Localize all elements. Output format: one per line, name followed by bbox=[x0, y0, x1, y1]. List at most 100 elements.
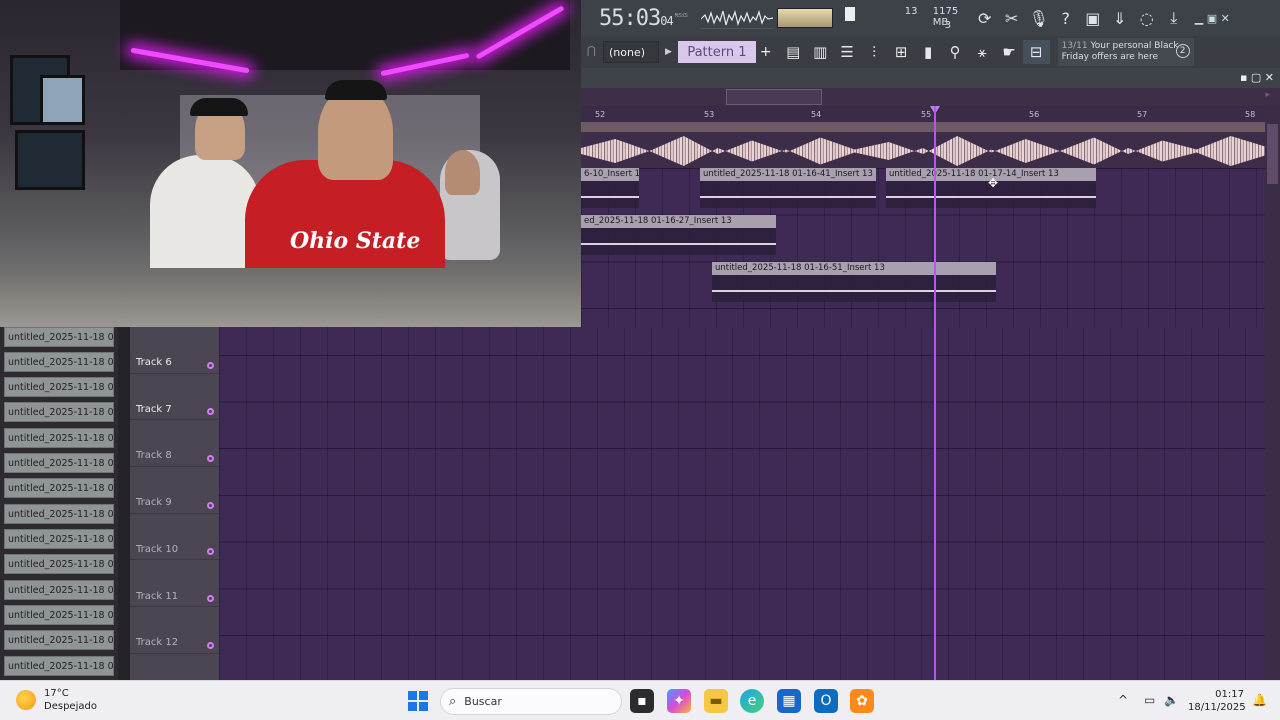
picker-item[interactable]: untitled_2025-11-18 01-... bbox=[4, 504, 114, 524]
outlook-icon[interactable]: O bbox=[814, 689, 838, 713]
edge-icon[interactable]: e bbox=[740, 689, 764, 713]
track-mute-icon[interactable] bbox=[207, 361, 214, 369]
picker-item[interactable]: untitled_2025-11-18 01-... bbox=[4, 352, 114, 372]
download-icon[interactable]: ⤓ bbox=[1161, 5, 1187, 31]
audio-clip[interactable]: untitled_2025-11-18 01-16-51_Insert 13 bbox=[712, 262, 996, 302]
picker-item[interactable]: untitled_2025-11-18 01-... bbox=[4, 327, 114, 347]
news-count: 13/11 bbox=[1061, 41, 1088, 51]
track-header[interactable]: Track 12 bbox=[130, 607, 219, 654]
weather-widget[interactable]: 17°C Despejado bbox=[16, 687, 97, 713]
polyphony: 3 bbox=[944, 20, 952, 31]
play-arrow-icon[interactable]: ▶ bbox=[665, 47, 672, 57]
person-left bbox=[150, 155, 260, 285]
master-track-waveform bbox=[581, 122, 1265, 168]
picker-item[interactable]: untitled_2025-11-18 01-... bbox=[4, 605, 114, 625]
playlist-icon[interactable]: ▤ bbox=[780, 40, 807, 64]
track-mute-icon[interactable] bbox=[207, 595, 214, 603]
news-panel[interactable]: 13/11 Your personal Black Friday offers … bbox=[1057, 38, 1194, 66]
network-icon[interactable]: ▭ bbox=[1144, 693, 1155, 707]
timeline-ruler[interactable]: 52 53 54 55 56 57 58 bbox=[581, 106, 1280, 122]
hand-icon[interactable]: ☛ bbox=[996, 40, 1023, 64]
picker-item[interactable]: untitled_2025-11-18 01-... bbox=[4, 554, 114, 574]
track-header[interactable]: Track 8 bbox=[130, 420, 219, 468]
windows-start-icon[interactable] bbox=[408, 691, 428, 711]
picker-item[interactable]: untitled_2025-11-18 01-... bbox=[4, 402, 114, 422]
track-label: Track 12 bbox=[136, 637, 179, 649]
playlist-overview-scroll[interactable]: ▸ bbox=[581, 88, 1280, 106]
search-icon: ⌕ bbox=[449, 694, 457, 709]
audio-clip[interactable]: untitled_2025-11-18 01-16-41_Insert 13 bbox=[700, 168, 876, 208]
windows-taskbar: 17°C Despejado ⌕ Buscar ▪ ✦ ▬ e ▦ O ✿ ^ ▭ … bbox=[0, 680, 1280, 720]
picker-item[interactable]: untitled_2025-11-18 01-... bbox=[4, 428, 114, 448]
track-headers: Track 6 Track 7 Track 8 Track 9 Track 10… bbox=[130, 327, 219, 680]
fl-studio-icon[interactable]: ✿ bbox=[850, 689, 874, 713]
track-mute-icon[interactable] bbox=[207, 641, 214, 649]
search-box[interactable]: ⌕ Buscar bbox=[440, 688, 622, 715]
tray-chevron-icon[interactable]: ^ bbox=[1118, 693, 1128, 707]
picker-item[interactable]: untitled_2025-11-18 01-... bbox=[4, 656, 114, 676]
window-controls[interactable]: ▁ ▣ ✕ bbox=[1195, 12, 1230, 25]
clip-waveform bbox=[712, 290, 996, 292]
scroll-thumb[interactable] bbox=[1267, 124, 1278, 184]
master-volume-meter[interactable] bbox=[776, 8, 833, 28]
plug-icon[interactable]: ⚲ bbox=[942, 40, 969, 64]
track-header[interactable]: Track 9 bbox=[130, 467, 219, 514]
volume-icon[interactable]: 🔈 bbox=[1164, 693, 1179, 707]
browser-icon[interactable]: ⊞ bbox=[888, 40, 915, 64]
cart-icon[interactable]: ⊟ bbox=[1022, 40, 1050, 64]
add-pattern-icon[interactable]: + bbox=[760, 44, 772, 60]
picker-item[interactable]: untitled_2025-11-18 01-... bbox=[4, 580, 114, 600]
picker-item[interactable]: untitled_2025-11-18 01-... bbox=[4, 478, 114, 498]
picker-item[interactable]: untitled_2025-11-18 01-... bbox=[4, 529, 114, 549]
save-icon[interactable]: ▣ bbox=[1080, 5, 1106, 31]
scroll-thumb[interactable] bbox=[726, 89, 822, 105]
picker-item[interactable]: untitled_2025-11-18 01-... bbox=[4, 453, 114, 473]
plugin-icon[interactable]: ▮ bbox=[915, 40, 942, 64]
song-position[interactable]: 55:0304 M:S:CS bbox=[599, 6, 688, 31]
clip-label: untitled_2025-11-18 01-16-51_Insert 13 bbox=[712, 262, 996, 275]
piano-roll-icon[interactable]: ▥ bbox=[807, 40, 834, 64]
clip-waveform bbox=[581, 196, 639, 198]
playlist-window-controls[interactable]: ▪ ▢ ✕ bbox=[1240, 71, 1274, 84]
magnet-icon[interactable]: ⋂ bbox=[587, 44, 603, 60]
copilot-icon[interactable]: ✦ bbox=[667, 689, 691, 713]
studio-desk bbox=[0, 268, 581, 327]
audio-clip[interactable]: 6-10_Insert 13 bbox=[581, 168, 639, 208]
cpu-voices: 13 bbox=[904, 6, 918, 17]
tempo-icon[interactable]: ⚹ bbox=[969, 40, 996, 64]
track-mute-icon[interactable] bbox=[207, 501, 214, 509]
playlist-header: ▪ ▢ ✕ bbox=[581, 68, 1280, 88]
scroll-right-icon[interactable]: ▸ bbox=[1265, 90, 1270, 100]
system-clock[interactable]: 01:17 18/11/2025 bbox=[1188, 688, 1246, 714]
track-header[interactable]: Track 7 bbox=[130, 374, 219, 421]
vertical-scrollbar[interactable] bbox=[1265, 106, 1280, 680]
track-header[interactable]: Track 11 bbox=[130, 561, 219, 608]
snap-select[interactable]: (none) bbox=[603, 41, 659, 63]
file-explorer-icon[interactable]: ▬ bbox=[704, 689, 728, 713]
track-header[interactable]: Track 10 bbox=[130, 514, 219, 561]
chat-icon[interactable]: ◌ bbox=[1134, 5, 1160, 31]
cut-icon[interactable]: ✂ bbox=[999, 5, 1025, 31]
notification-bell-icon[interactable]: 🔔 bbox=[1252, 693, 1267, 707]
track-header[interactable]: Track 6 bbox=[130, 327, 219, 374]
picker-scrollbar[interactable] bbox=[118, 327, 130, 680]
task-view-icon[interactable]: ▪ bbox=[630, 689, 654, 713]
track-mute-icon[interactable] bbox=[207, 548, 214, 556]
playhead-line bbox=[934, 106, 936, 680]
audio-clip[interactable]: ed_2025-11-18 01-16-27_Insert 13 bbox=[581, 215, 776, 255]
store-icon[interactable]: ▦ bbox=[777, 689, 801, 713]
track-mute-icon[interactable] bbox=[207, 455, 214, 463]
pattern-selector[interactable]: Pattern 1 bbox=[677, 41, 756, 63]
picker-item[interactable]: untitled_2025-11-18 01-... bbox=[4, 377, 114, 397]
help-icon[interactable]: ? bbox=[1053, 5, 1079, 31]
channel-rack-icon[interactable]: ☰ bbox=[834, 40, 861, 64]
master-track-header bbox=[581, 122, 1265, 132]
picker-item[interactable]: untitled_2025-11-18 01-... bbox=[4, 630, 114, 650]
mixer-icon[interactable]: ⫶ bbox=[861, 40, 888, 64]
undo-icon[interactable]: ⟳ bbox=[972, 5, 998, 31]
webcam-overlay: Ohio State bbox=[0, 0, 581, 327]
microphone-icon[interactable]: 🎙 bbox=[1026, 5, 1052, 31]
render-icon[interactable]: ⇓ bbox=[1107, 5, 1133, 31]
track-mute-icon[interactable] bbox=[207, 408, 214, 416]
gift-icon[interactable]: 2 bbox=[1175, 44, 1190, 58]
